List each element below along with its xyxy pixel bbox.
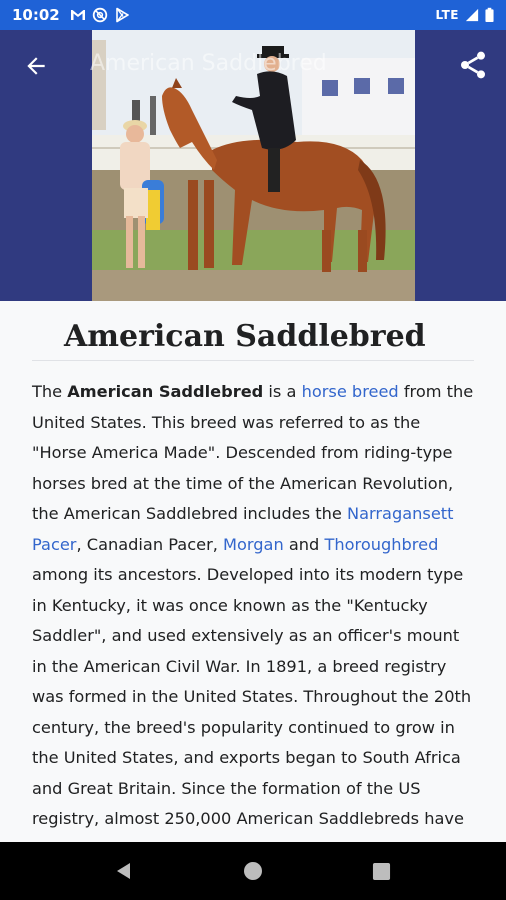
system-navigation-bar [0, 842, 506, 900]
notification-icons [70, 7, 130, 23]
status-bar: 10:02 LTE [0, 0, 506, 30]
square-recents-icon [373, 862, 391, 880]
system-indicators: LTE [435, 7, 494, 23]
sync-icon [92, 7, 107, 23]
body-text: among its ancestors. Developed into its … [32, 565, 472, 842]
body-text: is a [263, 382, 302, 401]
nav-home-button[interactable] [233, 851, 273, 891]
link-morgan[interactable]: Morgan [223, 535, 284, 554]
circle-home-icon [243, 862, 262, 880]
share-icon [461, 51, 485, 79]
signal-icon [465, 8, 479, 22]
title-divider [32, 360, 474, 361]
back-button[interactable] [20, 50, 52, 82]
body-text: and [283, 534, 325, 554]
bold-term: American Saddlebred [67, 382, 264, 401]
link-thoroughbred[interactable]: Thoroughbred [324, 535, 438, 554]
body-text: , Canadian Pacer, [76, 534, 224, 554]
arrow-left-icon [27, 57, 45, 75]
lead-image-header: American Saddlebred [0, 30, 506, 301]
status-time: 10:02 [12, 6, 60, 24]
article-lead-paragraph: The American Saddlebred is a horse breed… [32, 377, 478, 842]
share-button[interactable] [454, 46, 492, 84]
gmail-icon [70, 10, 85, 20]
battery-icon [485, 7, 494, 23]
article-content[interactable]: American Saddlebred The American Saddleb… [0, 301, 506, 842]
nav-back-button[interactable] [104, 851, 144, 891]
body-text: The [32, 382, 68, 401]
link-horse-breed[interactable]: horse breed [302, 382, 399, 401]
nav-recents-button[interactable] [362, 851, 402, 891]
toolbar-title: American Saddlebred [90, 51, 327, 76]
body-text: from the United States. This breed was r… [32, 382, 474, 523]
play-store-icon [115, 7, 129, 23]
article-title: American Saddlebred [64, 319, 426, 354]
network-type: LTE [435, 8, 459, 22]
triangle-back-icon [117, 863, 131, 879]
